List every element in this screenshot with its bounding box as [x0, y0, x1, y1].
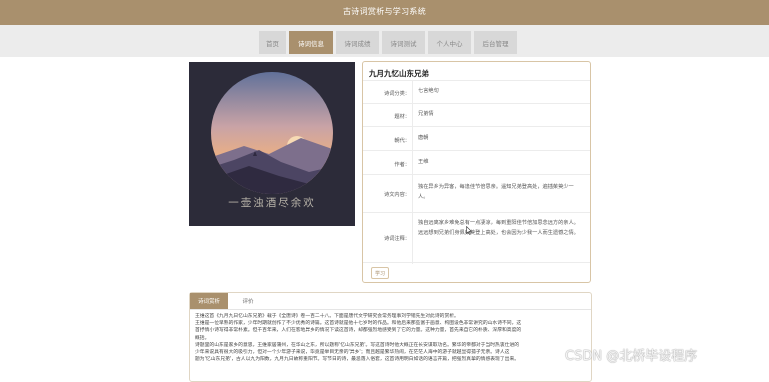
tab-reviews[interactable]: 评价	[236, 293, 260, 309]
nav-item-personal-center[interactable]: 个人中心	[428, 31, 471, 54]
field-label: 诗文内容：	[384, 192, 410, 198]
field-row-author: 作者： 王维	[363, 150, 590, 174]
appreciation-text: 王维这首《九月九日忆山东兄弟》载于《全唐诗》卷一百二十八。下面是唐代文学研究会常…	[195, 313, 585, 363]
field-row-theme: 题材： 兄弟情	[363, 103, 590, 126]
csdn-watermark: CSDN @北桥毕设程序	[565, 349, 698, 364]
field-row-category: 诗词分类： 七言绝句	[363, 80, 590, 103]
mouse-cursor-icon	[466, 226, 472, 235]
field-value: 唐朝	[418, 135, 429, 141]
field-label: 作者：	[394, 162, 410, 168]
study-button[interactable]: 学习	[371, 267, 389, 279]
app-title: 古诗词赏析与学习系统	[343, 7, 426, 16]
appreciation-panel: 诗词赏析 评价 王维这首《九月九日忆山东兄弟》载于《全唐诗》卷一百二十八。下面是…	[189, 292, 592, 382]
field-label: 诗词注释：	[384, 236, 410, 242]
nav-item-poem-test[interactable]: 诗词测试	[382, 31, 425, 54]
nav-item-poem-info[interactable]: 诗词信息	[289, 31, 333, 54]
poem-poster-image: 一壶浊酒尽余欢	[189, 62, 355, 226]
field-value: 独自远离家乡难免总有一点凄凉，每到重阳佳节倍加思念远方的亲人。远远想到兄弟们身佩…	[418, 220, 579, 236]
poster-caption: 一壶浊酒尽余欢	[228, 197, 316, 209]
text-line: 王维是一位早熟的作家，少年时期就创作了不少优秀的诗篇。这首诗就是他十七岁时的作品…	[195, 321, 522, 327]
field-row-dynasty: 朝代： 唐朝	[363, 126, 590, 150]
text-line: 王维这首《九月九日忆山东兄弟》载于《全唐诗》卷一百二十八。下面是唐代文学研究会常…	[195, 314, 459, 319]
text-line: 概括。	[195, 335, 210, 341]
field-value: 独在异乡为异客，每逢佳节倍思亲。遥知兄弟登高处，遍插茱萸少一人。	[418, 184, 574, 200]
text-line: 题为'忆山东兄弟'，古人以九为阳数，九月九日故称重阳节。写节日的诗，最忌落入俗套…	[195, 357, 520, 363]
nav-item-poem-scores[interactable]: 诗词成绩	[336, 31, 379, 54]
row-divider	[363, 262, 590, 263]
field-label: 朝代：	[394, 138, 410, 144]
field-row-content: 诗文内容： 独在异乡为异客，每逢佳节倍思亲。遥知兄弟登高处，遍插茱萸少一人。	[363, 174, 590, 212]
text-line: 诗题里的山东是家乡的意思，王维家居蒲州，在华山之东，所以题称'忆山东兄弟'。写这…	[195, 342, 520, 348]
field-row-notes: 诗词注释： 独自远离家乡难免总有一点凄凉，每到重阳佳节倍加思念远方的亲人。远远想…	[363, 212, 590, 262]
text-line: 少年来说具有很大的吸引力，但对一个少年游子来说，毕竟是举目无亲的'异乡'；而且越…	[195, 350, 510, 356]
field-label: 诗词分类：	[384, 91, 410, 97]
tab-appreciation[interactable]: 诗词赏析	[190, 293, 228, 309]
poem-title: 九月九忆山东兄弟	[369, 69, 429, 78]
field-value: 七言绝句	[418, 88, 439, 94]
main-nav: 首页 诗词信息 诗词成绩 诗词测试 个人中心 后台管理	[259, 31, 522, 54]
header-bar: 古诗词赏析与学习系统	[0, 0, 769, 25]
poem-info-card: 九月九忆山东兄弟 诗词分类： 七言绝句 题材： 兄弟情 朝代： 唐朝 作者： 王…	[362, 61, 591, 283]
tab-bar: 诗词赏析 评价	[190, 293, 591, 310]
field-label: 题材：	[394, 114, 410, 120]
field-value: 兄弟情	[418, 111, 434, 117]
nav-item-home[interactable]: 首页	[259, 31, 286, 54]
nav-item-admin[interactable]: 后台管理	[474, 31, 517, 54]
field-value: 王维	[418, 159, 429, 165]
text-line: 首抒情小诗写得非常朴素。但千百年来，人们在客地异乡的情况下读这首诗，却都强烈地感…	[195, 328, 522, 334]
